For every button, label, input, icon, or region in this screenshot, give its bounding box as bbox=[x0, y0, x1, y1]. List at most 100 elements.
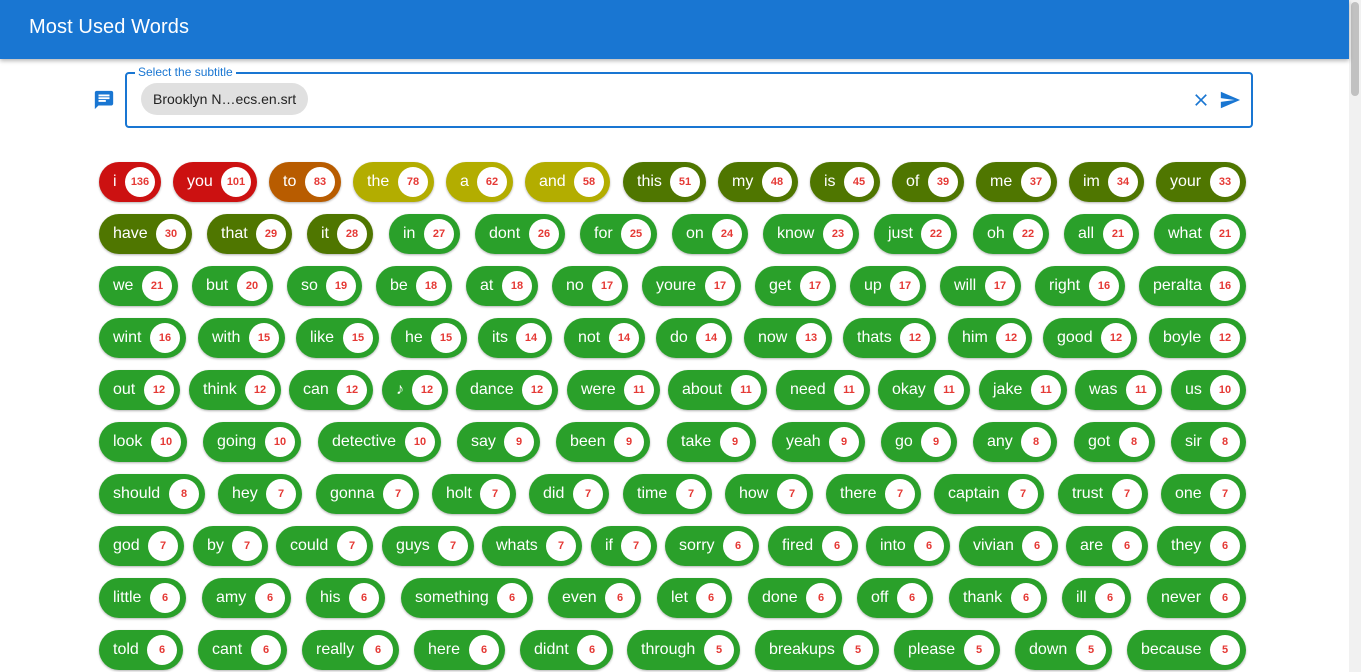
word-chip[interactable]: will 17 bbox=[940, 266, 1021, 306]
word-chip[interactable]: down 5 bbox=[1015, 630, 1112, 670]
word-chip[interactable]: are 6 bbox=[1066, 526, 1148, 566]
word-chip[interactable]: jake 11 bbox=[979, 370, 1067, 410]
word-chip[interactable]: sorry 6 bbox=[665, 526, 759, 566]
word-chip[interactable]: into 6 bbox=[866, 526, 950, 566]
page-scrollbar[interactable] bbox=[1349, 0, 1361, 672]
word-chip[interactable]: look 10 bbox=[99, 422, 187, 462]
word-chip[interactable]: to 83 bbox=[269, 162, 341, 202]
word-chip[interactable]: im 34 bbox=[1069, 162, 1144, 202]
word-chip[interactable]: wint 16 bbox=[99, 318, 186, 358]
word-chip[interactable]: go 9 bbox=[881, 422, 957, 462]
word-chip[interactable]: by 7 bbox=[193, 526, 268, 566]
word-chip[interactable]: can 12 bbox=[289, 370, 373, 410]
word-chip[interactable]: do 14 bbox=[656, 318, 732, 358]
word-chip[interactable]: your 33 bbox=[1156, 162, 1246, 202]
word-chip[interactable]: boyle 12 bbox=[1149, 318, 1246, 358]
word-chip[interactable]: his 6 bbox=[306, 578, 385, 618]
word-chip[interactable]: with 15 bbox=[198, 318, 285, 358]
word-chip[interactable]: cant 6 bbox=[198, 630, 287, 670]
word-chip[interactable]: dont 26 bbox=[475, 214, 565, 254]
word-chip[interactable]: just 22 bbox=[874, 214, 957, 254]
word-chip[interactable]: breakups 5 bbox=[755, 630, 879, 670]
word-chip[interactable]: you 101 bbox=[173, 162, 257, 202]
word-chip[interactable]: the 78 bbox=[353, 162, 434, 202]
word-chip[interactable]: time 7 bbox=[623, 474, 712, 514]
word-chip[interactable]: at 18 bbox=[466, 266, 538, 306]
word-chip[interactable]: get 17 bbox=[755, 266, 836, 306]
word-chip[interactable]: but 20 bbox=[192, 266, 273, 306]
word-chip[interactable]: they 6 bbox=[1157, 526, 1246, 566]
word-chip[interactable]: something 6 bbox=[401, 578, 533, 618]
word-chip[interactable]: what 21 bbox=[1154, 214, 1246, 254]
word-chip[interactable]: on 24 bbox=[672, 214, 748, 254]
word-chip[interactable]: so 19 bbox=[287, 266, 362, 306]
word-chip[interactable]: off 6 bbox=[857, 578, 933, 618]
word-chip[interactable]: oh 22 bbox=[973, 214, 1049, 254]
word-chip[interactable]: going 10 bbox=[203, 422, 301, 462]
word-chip[interactable]: amy 6 bbox=[202, 578, 291, 618]
word-chip[interactable]: there 7 bbox=[826, 474, 921, 514]
word-chip[interactable]: were 11 bbox=[567, 370, 660, 410]
word-chip[interactable]: think 12 bbox=[189, 370, 281, 410]
word-chip[interactable]: got 8 bbox=[1074, 422, 1155, 462]
word-chip[interactable]: done 6 bbox=[748, 578, 842, 618]
word-chip[interactable]: gonna 7 bbox=[316, 474, 419, 514]
word-chip[interactable]: hey 7 bbox=[218, 474, 302, 514]
word-chip[interactable]: should 8 bbox=[99, 474, 205, 514]
word-chip[interactable]: good 12 bbox=[1043, 318, 1137, 358]
word-chip[interactable]: any 8 bbox=[973, 422, 1057, 462]
word-chip[interactable]: never 6 bbox=[1147, 578, 1246, 618]
word-chip[interactable]: of 39 bbox=[892, 162, 964, 202]
word-chip[interactable]: please 5 bbox=[894, 630, 1000, 670]
scrollbar-thumb[interactable] bbox=[1351, 2, 1359, 96]
word-chip[interactable]: that 29 bbox=[207, 214, 292, 254]
word-chip[interactable]: about 11 bbox=[668, 370, 767, 410]
word-chip[interactable]: how 7 bbox=[725, 474, 813, 514]
word-chip[interactable]: need 11 bbox=[776, 370, 870, 410]
word-chip[interactable]: ♪ 12 bbox=[382, 370, 448, 410]
word-chip[interactable]: like 15 bbox=[296, 318, 379, 358]
word-chip[interactable]: and 58 bbox=[525, 162, 610, 202]
word-chip[interactable]: could 7 bbox=[276, 526, 373, 566]
word-chip[interactable]: be 18 bbox=[376, 266, 452, 306]
word-chip[interactable]: captain 7 bbox=[934, 474, 1044, 514]
word-chip[interactable]: no 17 bbox=[552, 266, 628, 306]
word-chip[interactable]: fired 6 bbox=[768, 526, 858, 566]
word-chip[interactable]: now 13 bbox=[744, 318, 832, 358]
word-chip[interactable]: guys 7 bbox=[382, 526, 474, 566]
word-chip[interactable]: say 9 bbox=[457, 422, 540, 462]
word-chip[interactable]: detective 10 bbox=[318, 422, 441, 462]
word-chip[interactable]: if 7 bbox=[591, 526, 657, 566]
word-chip[interactable]: all 21 bbox=[1064, 214, 1139, 254]
word-chip[interactable]: youre 17 bbox=[642, 266, 741, 306]
word-chip[interactable]: yeah 9 bbox=[772, 422, 865, 462]
word-chip[interactable]: one 7 bbox=[1161, 474, 1246, 514]
word-chip[interactable]: a 62 bbox=[446, 162, 513, 202]
word-chip[interactable]: ill 6 bbox=[1062, 578, 1131, 618]
word-chip[interactable]: didnt 6 bbox=[520, 630, 613, 670]
word-chip[interactable]: because 5 bbox=[1127, 630, 1246, 670]
word-chip[interactable]: my 48 bbox=[718, 162, 798, 202]
word-chip[interactable]: dance 12 bbox=[456, 370, 558, 410]
word-chip[interactable]: did 7 bbox=[529, 474, 609, 514]
word-chip[interactable]: for 25 bbox=[580, 214, 657, 254]
word-chip[interactable]: trust 7 bbox=[1058, 474, 1148, 514]
word-chip[interactable]: thank 6 bbox=[949, 578, 1047, 618]
word-chip[interactable]: we 21 bbox=[99, 266, 178, 306]
word-chip[interactable]: let 6 bbox=[657, 578, 732, 618]
word-chip[interactable]: is 45 bbox=[810, 162, 880, 202]
word-chip[interactable]: vivian 6 bbox=[959, 526, 1058, 566]
word-chip[interactable]: us 10 bbox=[1171, 370, 1246, 410]
word-chip[interactable]: told 6 bbox=[99, 630, 183, 670]
word-chip[interactable]: take 9 bbox=[667, 422, 756, 462]
word-chip[interactable]: thats 12 bbox=[843, 318, 936, 358]
word-chip[interactable]: this 51 bbox=[623, 162, 706, 202]
word-chip[interactable]: i 136 bbox=[99, 162, 161, 202]
word-chip[interactable]: even 6 bbox=[548, 578, 641, 618]
word-chip[interactable]: not 14 bbox=[564, 318, 645, 358]
word-chip[interactable]: know 23 bbox=[763, 214, 859, 254]
word-chip[interactable]: him 12 bbox=[948, 318, 1032, 358]
word-chip[interactable]: was 11 bbox=[1075, 370, 1162, 410]
word-chip[interactable]: peralta 16 bbox=[1139, 266, 1246, 306]
word-chip[interactable]: it 28 bbox=[307, 214, 373, 254]
